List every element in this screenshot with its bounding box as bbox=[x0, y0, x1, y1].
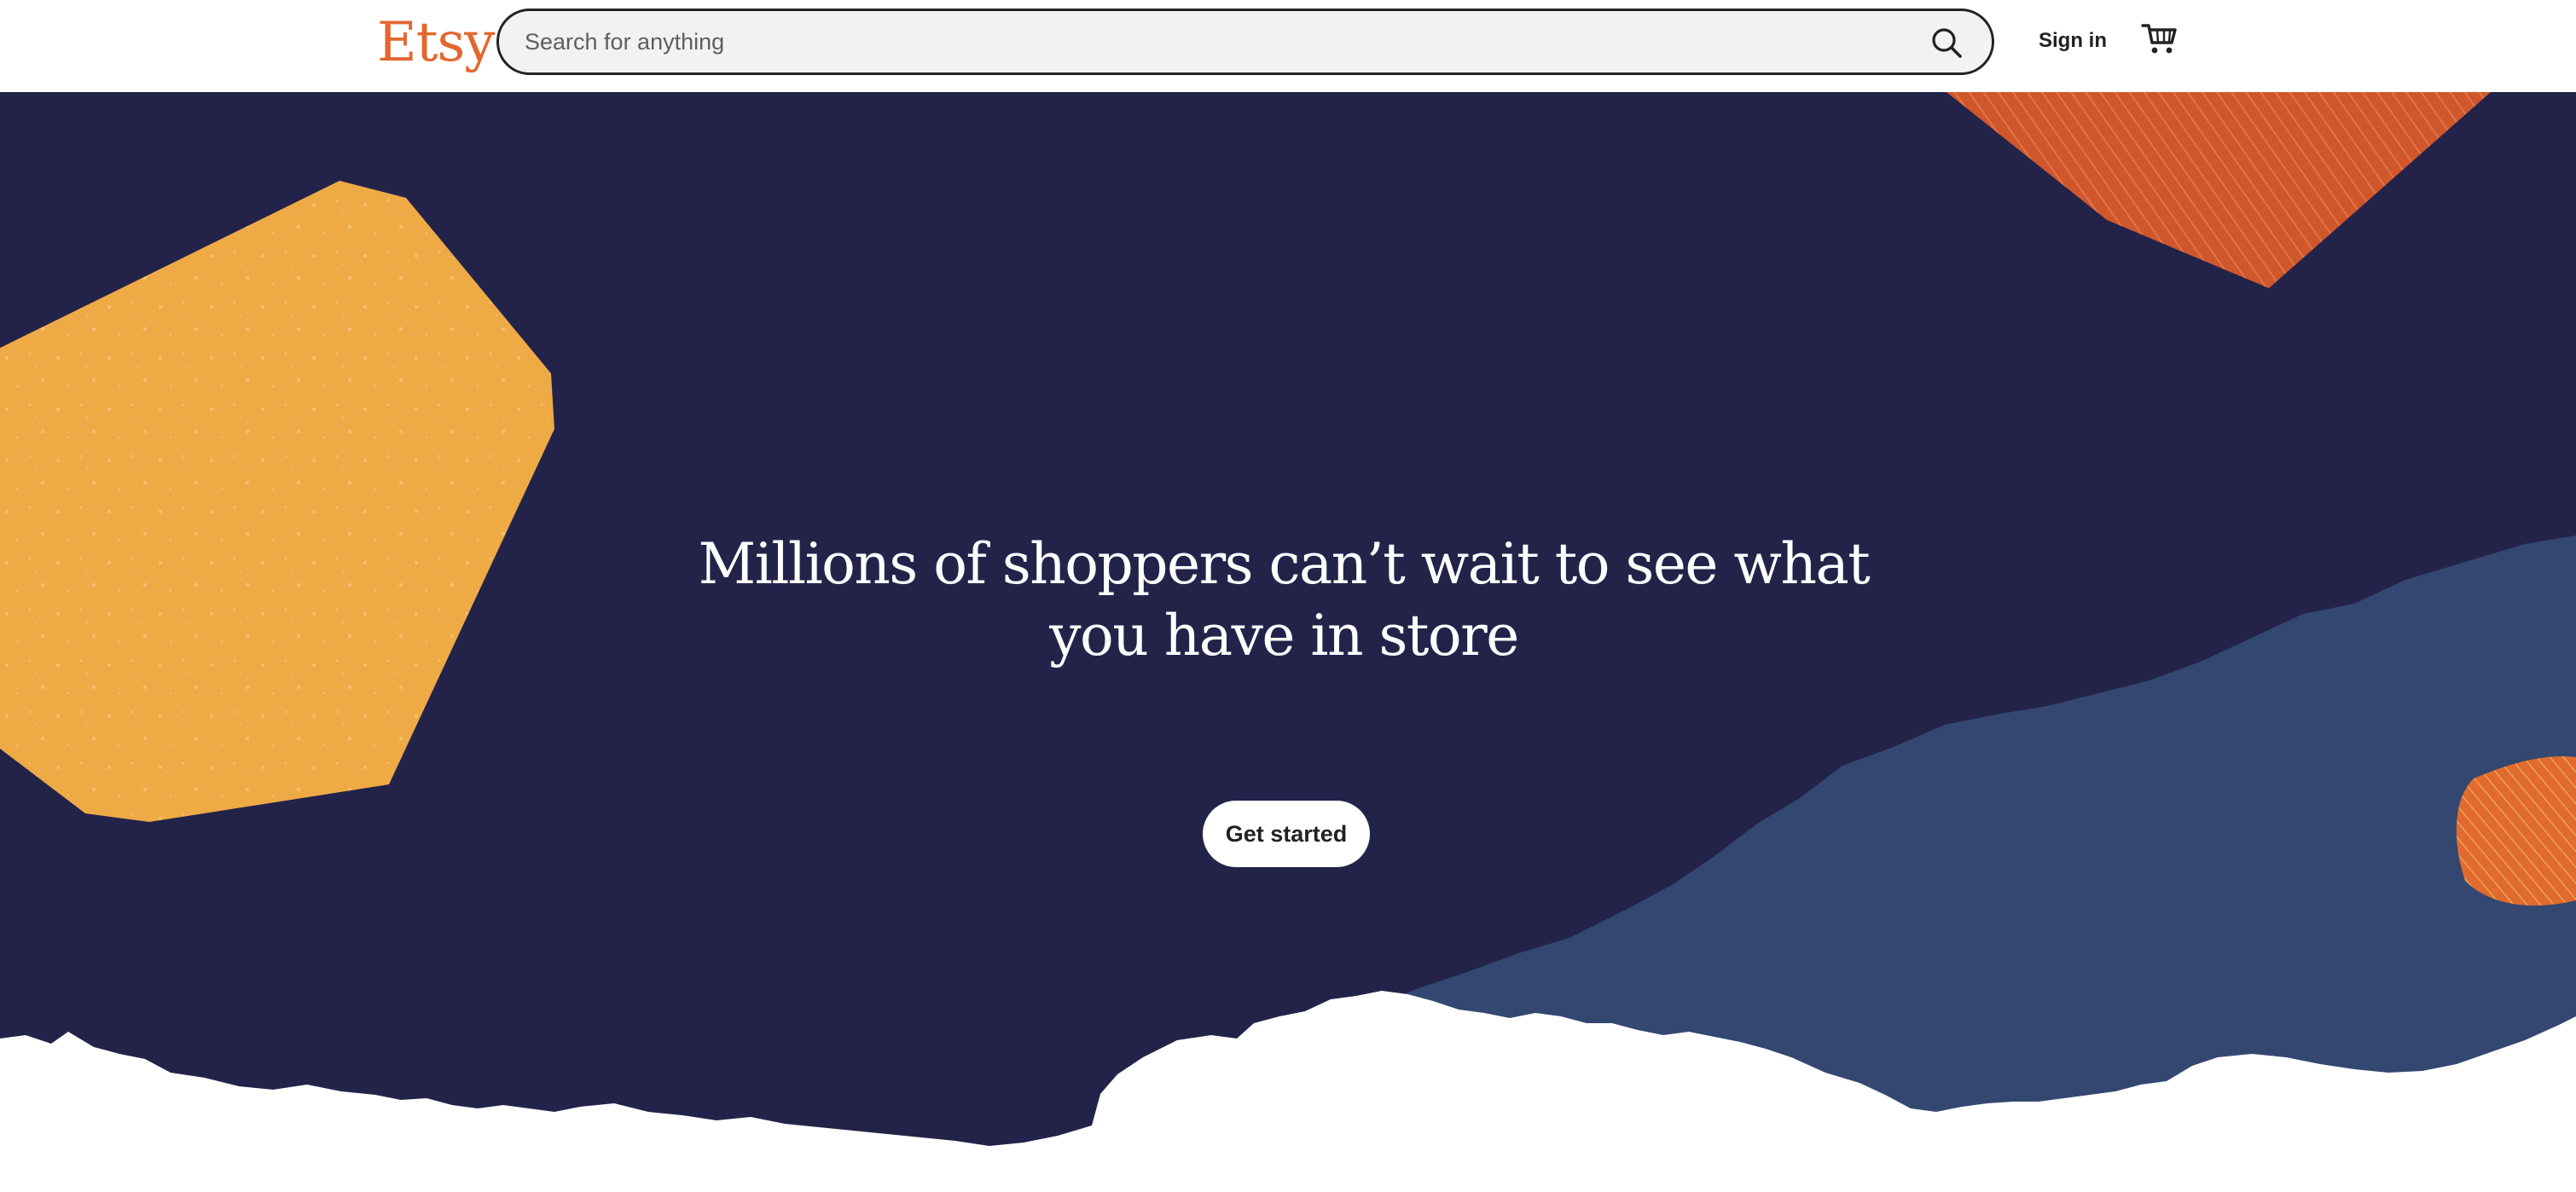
cart-icon[interactable] bbox=[2141, 22, 2179, 56]
search-input[interactable] bbox=[525, 11, 1889, 72]
hero-headline-line-2: you have in store bbox=[1049, 603, 1519, 668]
hero-banner: Millions of shoppers can’t wait to see w… bbox=[0, 92, 2576, 1192]
hero-headline: Millions of shoppers can’t wait to see w… bbox=[665, 529, 1902, 672]
search-bar[interactable] bbox=[496, 9, 1994, 75]
search-icon[interactable] bbox=[1930, 26, 1963, 59]
get-started-button[interactable]: Get started bbox=[1203, 801, 1370, 867]
top-navigation-bar: Etsy Sign in bbox=[0, 0, 2576, 92]
hero-headline-line-1: Millions of shoppers can’t wait to see w… bbox=[698, 531, 1871, 597]
small-orange-decorative-shape bbox=[2456, 756, 2576, 906]
etsy-logo[interactable]: Etsy bbox=[377, 9, 495, 77]
sign-in-link[interactable]: Sign in bbox=[2039, 24, 2107, 58]
